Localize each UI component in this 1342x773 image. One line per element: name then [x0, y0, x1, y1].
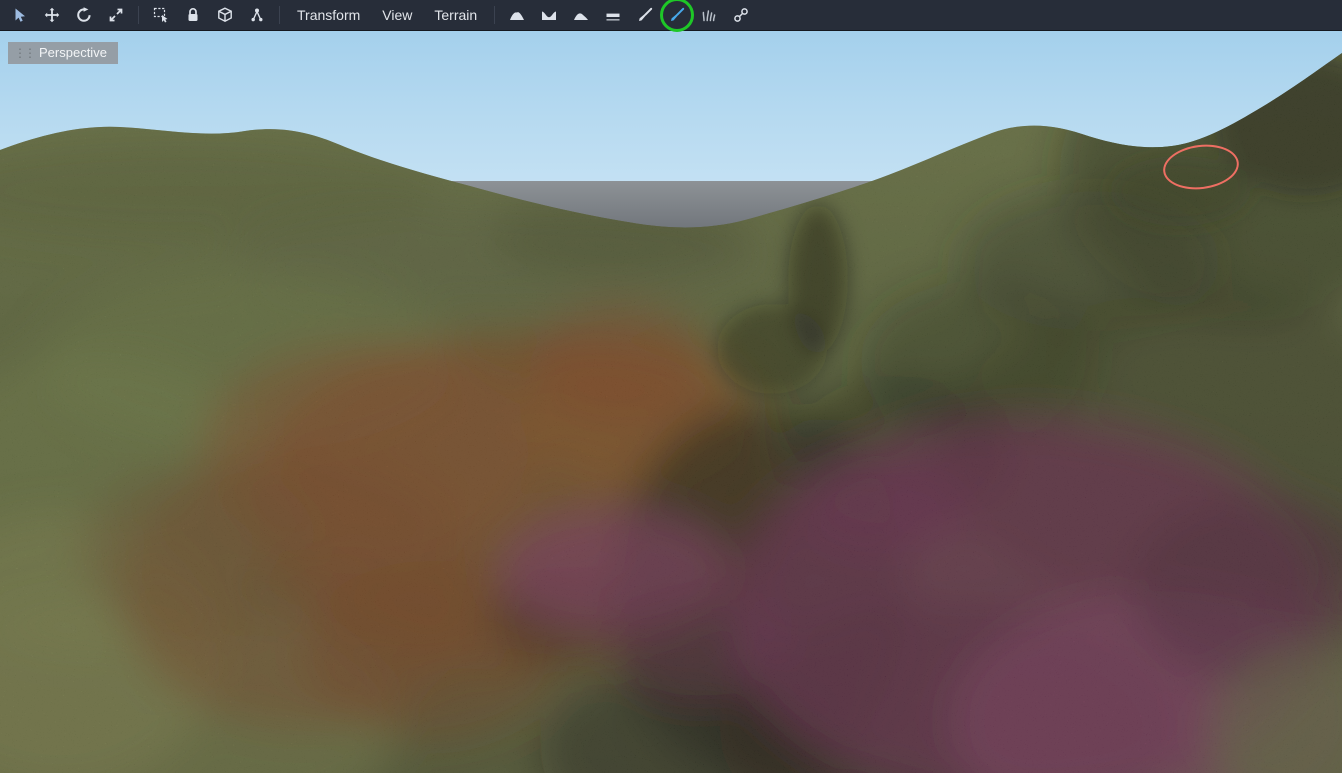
menu-terrain[interactable]: Terrain	[423, 2, 488, 28]
menu-transform[interactable]: Transform	[286, 2, 371, 28]
grass-detail-tool[interactable]	[696, 2, 722, 28]
raise-tool[interactable]	[504, 2, 530, 28]
paint-brush-tool[interactable]	[632, 2, 658, 28]
drag-grip-icon: ⋮⋮	[14, 47, 34, 59]
link-tool[interactable]	[728, 2, 754, 28]
brush-icon	[637, 7, 653, 23]
lower-valley-icon	[541, 7, 557, 23]
smooth-tool[interactable]	[568, 2, 594, 28]
perspective-menu[interactable]: ⋮⋮ Perspective	[8, 42, 118, 64]
viewport-3d[interactable]: ⋮⋮ Perspective	[0, 31, 1342, 773]
paint-texture-tool[interactable]	[664, 2, 690, 28]
rect-select-icon	[153, 7, 169, 23]
main-toolbar: Transform View Terrain	[0, 0, 1342, 31]
group-tool[interactable]	[212, 2, 238, 28]
menu-view[interactable]: View	[371, 2, 423, 28]
cursor-icon	[12, 7, 28, 23]
perspective-label: Perspective	[39, 45, 107, 60]
lock-icon	[185, 7, 201, 23]
terrain-3d-view[interactable]	[0, 31, 1342, 773]
toolbar-separator	[138, 6, 139, 24]
rotate-icon	[76, 7, 92, 23]
lock-tool[interactable]	[180, 2, 206, 28]
smooth-slope-icon	[573, 7, 589, 23]
grass-icon	[701, 7, 717, 23]
select-box-tool[interactable]	[148, 2, 174, 28]
scale-tool[interactable]	[103, 2, 129, 28]
chain-link-icon	[733, 7, 749, 23]
joints-tool[interactable]	[244, 2, 270, 28]
rotate-tool[interactable]	[71, 2, 97, 28]
flatten-tool[interactable]	[600, 2, 626, 28]
toolbar-separator	[279, 6, 280, 24]
select-tool[interactable]	[7, 2, 33, 28]
move-tool[interactable]	[39, 2, 65, 28]
texture-brush-icon	[669, 7, 685, 23]
scale-icon	[108, 7, 124, 23]
flatten-bar-icon	[605, 7, 621, 23]
terrain-editor-window: Transform View Terrain	[0, 0, 1342, 773]
cube-icon	[217, 7, 233, 23]
lower-tool[interactable]	[536, 2, 562, 28]
toolbar-separator	[494, 6, 495, 24]
raise-hill-icon	[509, 7, 525, 23]
joints-icon	[249, 7, 265, 23]
move-arrows-icon	[44, 7, 60, 23]
